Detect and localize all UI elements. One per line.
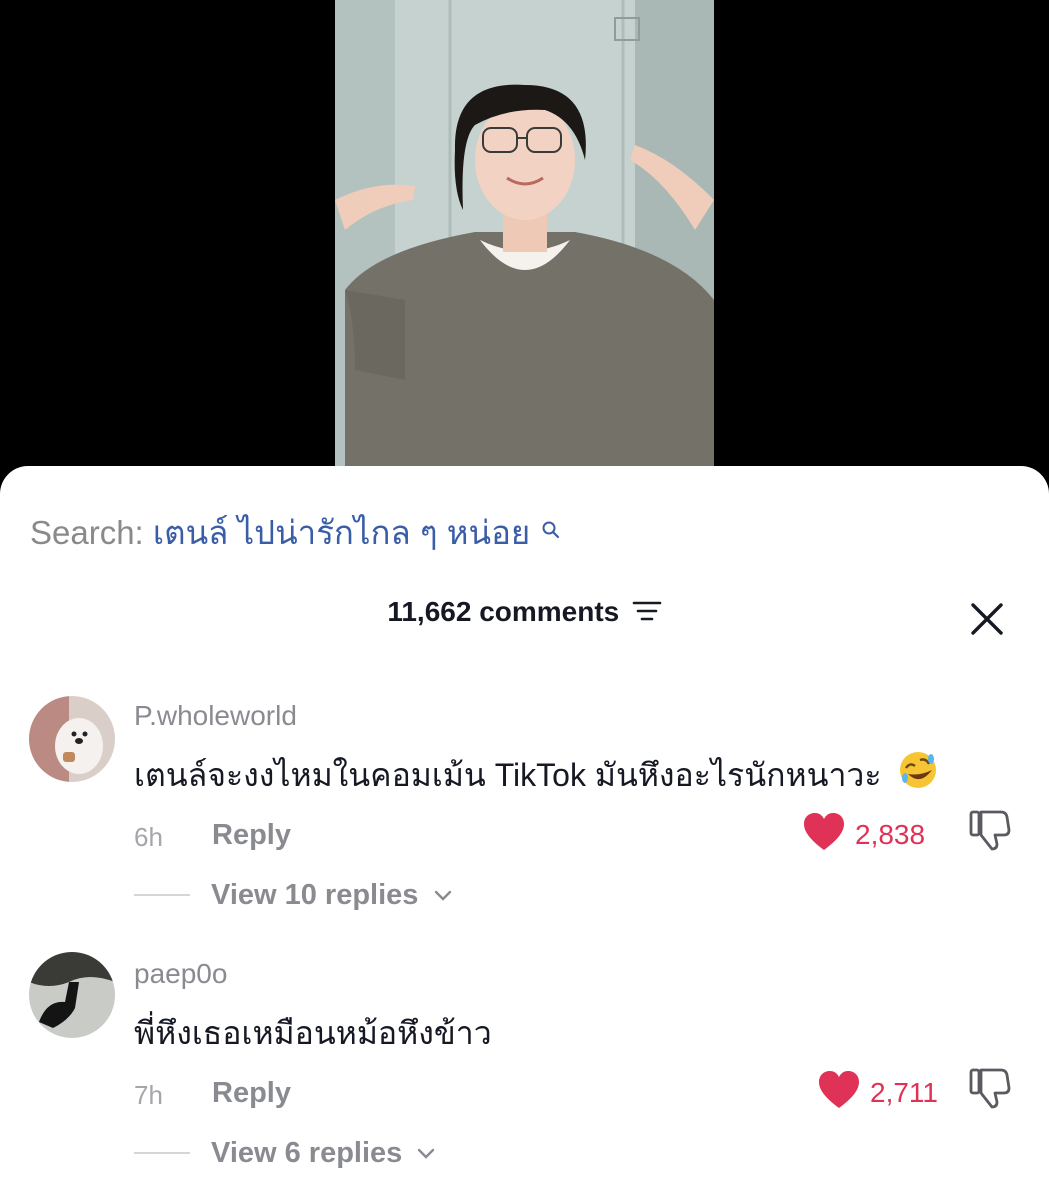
search-prefix: Search: [30, 514, 144, 551]
reply-button[interactable]: Reply [212, 1077, 291, 1110]
comment-time: 7h [134, 1080, 163, 1110]
like-count: 2,711 [870, 1076, 938, 1108]
avatar[interactable] [29, 952, 115, 1038]
search-icon[interactable] [541, 510, 561, 548]
chevron-down-icon [416, 1136, 436, 1169]
heart-icon[interactable] [818, 1070, 860, 1115]
heart-icon[interactable] [803, 812, 845, 857]
like-button[interactable]: 2,711 [818, 1070, 938, 1115]
comment-body: เตนล์จะงงไหมในคอมเม้น TikTok มันหึงอะไรน… [134, 757, 882, 793]
chevron-down-icon [433, 878, 453, 911]
view-replies-label: View 6 replies [211, 1137, 403, 1169]
comments-count: 11,662 comments [387, 596, 620, 627]
video-still-image [335, 0, 714, 467]
comments-header: 11,662 comments [0, 596, 1049, 629]
like-button[interactable]: 2,838 [803, 812, 925, 857]
replies-divider [134, 894, 190, 896]
comment-username[interactable]: paep0o [134, 958, 227, 990]
comments-sheet: Search: เตนล์ ไปน่ารักไกล ๆ หน่อย 11,662… [0, 466, 1049, 1200]
search-suggestion[interactable]: Search: เตนล์ ไปน่ารักไกล ๆ หน่อย [30, 506, 561, 559]
rolling-laughing-emoji-icon [898, 750, 938, 798]
video-player[interactable] [0, 0, 1049, 500]
video-frame[interactable] [335, 0, 714, 467]
sort-icon[interactable] [632, 598, 662, 629]
view-replies-label: View 10 replies [211, 879, 419, 911]
comment-time: 6h [134, 822, 163, 852]
view-replies-button[interactable]: View 6 replies [211, 1137, 436, 1170]
avatar[interactable] [29, 696, 115, 782]
dislike-icon[interactable] [967, 808, 1011, 852]
like-count: 2,838 [855, 818, 926, 850]
comment-text: เตนล์จะงงไหมในคอมเม้น TikTok มันหึงอะไรน… [134, 750, 938, 801]
comment-username[interactable]: P.wholeworld [134, 700, 297, 732]
search-query-link[interactable]: เตนล์ ไปน่ารักไกล ๆ หน่อย [153, 514, 530, 551]
close-icon[interactable] [967, 599, 1007, 639]
reply-button[interactable]: Reply [212, 819, 291, 852]
dislike-icon[interactable] [967, 1066, 1011, 1110]
view-replies-button[interactable]: View 10 replies [211, 879, 453, 912]
replies-divider [134, 1152, 190, 1154]
comment-text: พี่หึงเธอเหมือนหม้อหึงข้าว [134, 1015, 492, 1051]
